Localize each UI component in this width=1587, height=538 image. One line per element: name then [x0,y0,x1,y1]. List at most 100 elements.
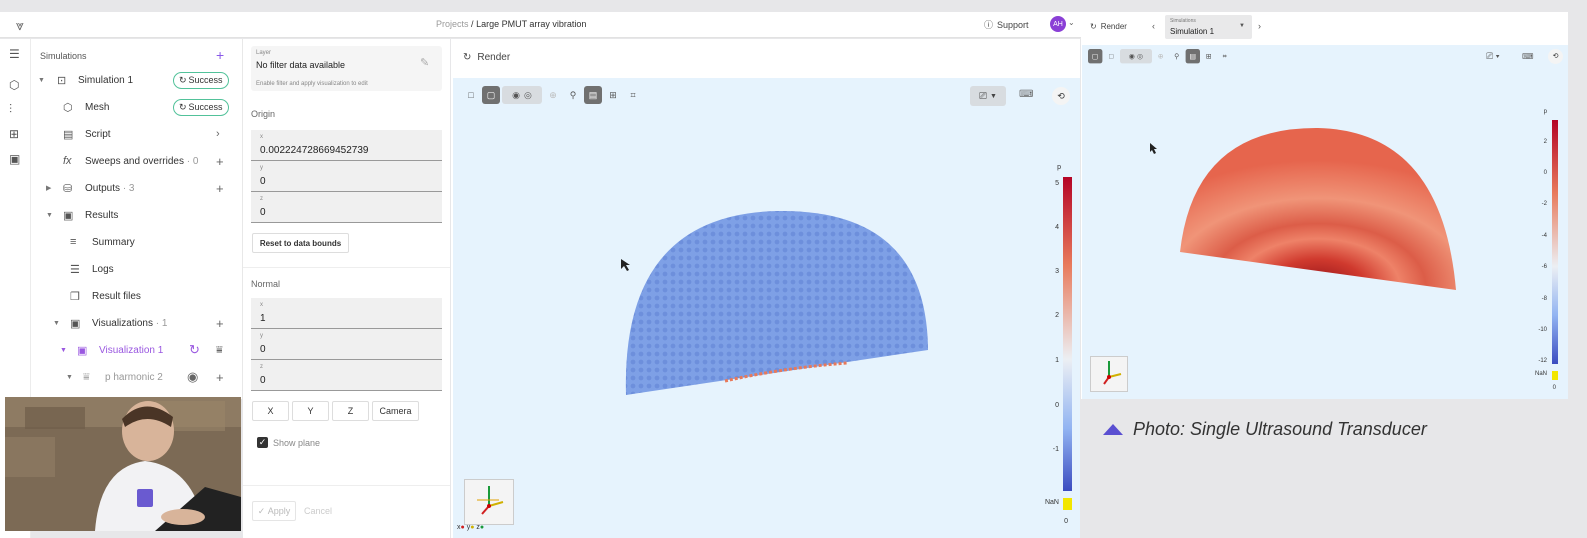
refresh-icon[interactable]: ↻ [189,342,200,358]
chevron-down-icon[interactable]: ▼ [46,212,53,219]
colorbar-title: p [1543,109,1547,115]
menu-icon[interactable]: ☰ [9,47,20,61]
normal-z-field[interactable]: z0 [251,360,442,391]
tree-item-logs[interactable]: ☰ Logs [31,256,243,282]
mesh-icon: ⬡ [63,101,73,114]
layer-label: Layer [256,50,272,56]
tree-item-visualizations[interactable]: ▼ ▣ Visualizations · 1 + [31,310,243,336]
tree-item-label: Summary [92,236,135,248]
render-view: ↻ Render □ ▢ ◉ ◎ ⊕ ⚲ ▤ ⊞ ⌗ ⎚ ▼ ⌨ ⟲ p 5 4… [451,39,1080,538]
x-axis-button[interactable]: X [252,401,289,421]
breadcrumb: Projects / Large PMUT array vibration [436,19,586,29]
tree-item-sweeps[interactable]: fx Sweeps and overrides · 0 + [31,148,243,174]
tree-item-p-harmonic-2[interactable]: ▼ ⩸ p harmonic 2 ◉ + [31,364,243,390]
tree-item-result-files[interactable]: ❐ Result files [31,283,243,309]
chevron-down-icon[interactable]: ▼ [60,347,67,354]
simulation-icon: ⊡ [57,74,67,87]
app-logo-icon[interactable]: ⩔ [16,17,24,34]
script-icon: ▤ [63,128,74,141]
simulation-select[interactable]: Simulations Simulation 1 ▼ [1165,15,1252,39]
colorbar-nan-label: NaN [1044,499,1059,506]
webcam-video [5,397,241,531]
add-sweep-button[interactable]: + [216,154,224,169]
normal-title: Normal [251,279,281,289]
refresh-icon[interactable]: ↻ [1090,22,1097,31]
show-plane-checkbox[interactable]: ✓ [257,437,268,448]
render-canvas[interactable]: □ ▢ ◉ ◎ ⊕ ⚲ ▤ ⊞ ⌗ ⎚ ▼ ⌨ ⟲ p 5 4 3 2 1 0 … [453,78,1080,538]
tree-item-script[interactable]: ▤ Script › [31,121,243,147]
chevron-left-icon[interactable]: ‹ [1152,21,1155,31]
colorbar-gradient [1063,177,1072,491]
status-badge-label: Success [188,102,223,112]
tree-item-results[interactable]: ▼ ▣ Results [31,202,243,228]
field-value: 1 [260,313,266,324]
colorbar-tick: -12 [1538,358,1547,364]
orientation-axes-widget[interactable] [464,479,514,525]
breadcrumb-projects[interactable]: Projects [436,19,469,29]
avatar[interactable]: AH [1050,16,1066,32]
status-badge: ↻ Success [173,98,229,116]
visualization-icon: ▣ [77,344,88,357]
tree-item-outputs[interactable]: ▶ ⛁ Outputs · 3 + [31,175,243,201]
tree-item-simulation-1[interactable]: ▼ ⊡ Simulation 1 ↻ Success [31,67,243,93]
field-value: 0 [260,344,266,355]
tree-item-label: Sweeps and overrides · 0 [85,156,198,167]
chevron-down-icon: ▼ [1239,23,1245,29]
tree-item-count: · 3 [122,182,135,194]
status-badge-label: Success [188,75,223,85]
tree-item-label: Result files [92,290,141,302]
tree-item-visualization-1[interactable]: ▼ ▣ Visualization 1 ↻ ⩸ [31,337,243,363]
chevron-right-icon[interactable]: › [1258,21,1261,31]
refresh-icon[interactable]: ↻ [463,52,471,63]
normal-y-field[interactable]: y0 [251,329,442,360]
colorbar-nan-swatch [1552,371,1558,380]
tree-item-label: Results [85,209,119,221]
z-axis-button[interactable]: Z [332,401,369,421]
add-filter-icon[interactable]: ⩸ [216,344,223,357]
visualizations-icon: ▣ [70,317,81,330]
database-icon: ⛁ [63,182,73,195]
show-plane-label: Show plane [273,438,321,448]
origin-y-field[interactable]: y0 [251,161,442,192]
colorbar-tick: -2 [1541,201,1547,207]
status-badge: ↻ Success [173,71,229,89]
reset-to-data-bounds-button[interactable]: Reset to data bounds [252,233,349,253]
add-visualization-button[interactable]: + [216,316,224,331]
normal-x-field[interactable]: x1 [251,298,442,329]
play-icon[interactable]: ▣ [9,152,20,166]
tree-item-mesh[interactable]: ⬡ Mesh ↻ Success [31,94,243,120]
y-axis-button[interactable]: Y [292,401,329,421]
sliders-icon[interactable]: ⫶ [9,102,12,117]
support-link[interactable]: ⓘ Support [984,18,1029,31]
origin-x-field[interactable]: x 0.002224728669452739 [251,130,442,161]
colorbar-bottom-label: 0 [1064,518,1068,525]
chevron-down-icon[interactable]: ▼ [53,320,60,327]
second-render-header: ↻ Render [1090,22,1127,31]
cancel-button[interactable]: Cancel [304,506,332,516]
caption-text: Photo: Single Ultrasound Transducer [1133,419,1427,439]
add-output-button[interactable]: + [216,181,224,196]
origin-z-field[interactable]: z0 [251,192,442,223]
chevron-right-icon[interactable]: ▶ [46,184,51,192]
cube-icon[interactable]: ⬡ [9,78,19,92]
function-icon: fx [63,155,72,167]
apply-button[interactable]: ✓ Apply [252,501,296,521]
add-simulation-button[interactable]: + [216,47,224,63]
help-icon: ⓘ [984,20,994,30]
camera-button[interactable]: Camera [372,401,419,421]
tree-item-summary[interactable]: ≡ Summary [31,229,243,255]
grid-icon[interactable]: ⊞ [9,127,19,141]
simulation-tree: Simulations + ▼ ⊡ Simulation 1 ↻ Success … [31,39,243,399]
colorbar-tick: -6 [1541,264,1547,270]
orientation-axes-widget[interactable] [1090,356,1128,392]
chevron-right-icon[interactable]: › [216,128,220,140]
chevron-down-icon[interactable]: ⌄ [1068,18,1075,27]
second-render-canvas[interactable]: ▢ □ ◉ ◎ ⊕ ⚲ ▤ ⊞ ⌗ ⎚ ▾ ⌨ ⟲ p 2 0 -2 -4 -6… [1082,45,1568,399]
chevron-down-icon[interactable]: ▼ [66,374,73,381]
add-button[interactable]: + [216,370,224,385]
tree-item-label: Simulation 1 [78,74,134,86]
eye-icon[interactable]: ◉ [187,369,198,385]
pencil-icon[interactable]: ✎ [420,56,429,69]
field-label: z [260,196,263,202]
chevron-down-icon[interactable]: ▼ [38,77,45,84]
